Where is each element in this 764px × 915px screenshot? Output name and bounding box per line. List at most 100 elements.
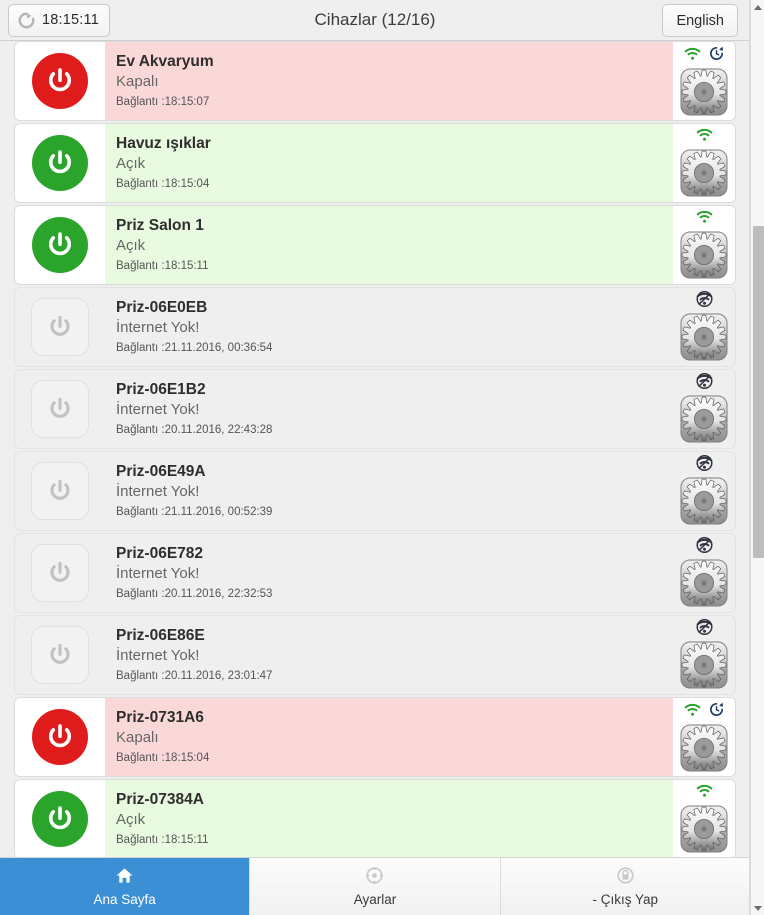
gear-icon[interactable] bbox=[680, 231, 728, 284]
gear-icon[interactable] bbox=[680, 477, 728, 530]
power-toggle-cell[interactable] bbox=[15, 42, 105, 120]
gear-icon[interactable] bbox=[680, 68, 728, 120]
scroll-up-arrow[interactable] bbox=[751, 0, 764, 14]
device-name: Ev Akvaryum bbox=[116, 53, 214, 70]
vertical-scrollbar[interactable] bbox=[750, 0, 764, 915]
power-button[interactable] bbox=[32, 217, 88, 273]
power-toggle-cell[interactable] bbox=[15, 780, 105, 857]
device-info: Ev Akvaryum Kapalı Bağlantı :18:15:07 bbox=[105, 42, 673, 120]
app-root: 18:15:11 Cihazlar (12/16) English Ev Akv… bbox=[0, 0, 764, 915]
power-toggle-cell[interactable] bbox=[15, 370, 105, 448]
gear-icon[interactable] bbox=[680, 559, 728, 612]
device-row[interactable]: Havuz ışıklar Açık Bağlantı :18:15:04 bbox=[14, 123, 736, 203]
power-button[interactable] bbox=[32, 135, 88, 191]
power-button[interactable] bbox=[31, 626, 89, 684]
device-row[interactable]: Priz-07384A Açık Bağlantı :18:15:11 bbox=[14, 779, 736, 857]
nav-item-settings[interactable]: Ayarlar bbox=[250, 858, 501, 915]
device-actions bbox=[673, 452, 735, 530]
device-actions bbox=[673, 616, 735, 694]
gear-icon[interactable] bbox=[680, 313, 728, 366]
device-row[interactable]: Priz-06E782 İnternet Yok! Bağlantı :20.11.… bbox=[14, 533, 736, 613]
status-icon-group bbox=[673, 209, 735, 230]
device-connection-time: Bağlantı :20.11.2016, 22:43:28 bbox=[116, 424, 273, 436]
device-status: Açık bbox=[116, 155, 146, 172]
current-time: 18:15:11 bbox=[42, 12, 99, 28]
device-name: Havuz ışıklar bbox=[116, 135, 211, 152]
power-button[interactable] bbox=[31, 380, 89, 438]
power-toggle-cell[interactable] bbox=[15, 124, 105, 202]
device-row[interactable]: Priz-06E1B2 İnternet Yok! Bağlantı :20.11.… bbox=[14, 369, 736, 449]
wifi-off-icon bbox=[695, 536, 714, 558]
wifi-icon bbox=[683, 702, 702, 723]
device-info: Priz-06E49A İnternet Yok! Bağlantı :21.11.… bbox=[105, 452, 673, 530]
nav-item-home[interactable]: Ana Sayfa bbox=[0, 858, 251, 915]
device-actions bbox=[673, 288, 735, 366]
device-actions bbox=[673, 42, 735, 120]
lock-icon bbox=[616, 866, 635, 890]
timer-icon[interactable] bbox=[708, 45, 725, 67]
power-toggle-cell[interactable] bbox=[15, 288, 105, 366]
status-icon-group bbox=[673, 290, 735, 312]
home-icon bbox=[115, 866, 134, 890]
device-connection-time: Bağlantı :21.11.2016, 00:52:39 bbox=[116, 506, 273, 518]
wifi-icon bbox=[683, 46, 702, 67]
device-info: Priz-06E782 İnternet Yok! Bağlantı :20.11.… bbox=[105, 534, 673, 612]
device-status: Kapalı bbox=[116, 73, 159, 90]
wifi-off-icon bbox=[695, 372, 714, 394]
nav-item-logout[interactable]: - Çıkış Yap bbox=[500, 858, 750, 915]
device-actions bbox=[673, 124, 735, 202]
status-icon-group bbox=[673, 45, 735, 67]
gear-icon[interactable] bbox=[680, 395, 728, 448]
language-button[interactable]: English bbox=[662, 4, 738, 37]
nav-item-label: Ana Sayfa bbox=[93, 892, 156, 907]
scrollbar-thumb[interactable] bbox=[753, 226, 764, 558]
device-connection-time: Bağlantı :20.11.2016, 22:32:53 bbox=[116, 588, 273, 600]
device-row[interactable]: Ev Akvaryum Kapalı Bağlantı :18:15:07 bbox=[14, 41, 736, 121]
device-row[interactable]: Priz Salon 1 Açık Bağlantı :18:15:11 bbox=[14, 205, 736, 285]
scroll-down-arrow[interactable] bbox=[751, 901, 764, 915]
device-row[interactable]: Priz-06E49A İnternet Yok! Bağlantı :21.11.… bbox=[14, 451, 736, 531]
device-info: Priz-06E86E İnternet Yok! Bağlantı :20.11.… bbox=[105, 616, 673, 694]
device-connection-time: Bağlantı :18:15:11 bbox=[116, 260, 209, 272]
gear-icon[interactable] bbox=[680, 724, 728, 776]
device-row[interactable]: Priz-06E0EB İnternet Yok! Bağlantı :21.11.… bbox=[14, 287, 736, 367]
power-button[interactable] bbox=[31, 462, 89, 520]
device-name: Priz-06E49A bbox=[116, 463, 206, 480]
device-name: Priz Salon 1 bbox=[116, 217, 204, 234]
power-toggle-cell[interactable] bbox=[15, 534, 105, 612]
gear-icon[interactable] bbox=[680, 641, 728, 694]
timer-icon[interactable] bbox=[708, 701, 725, 723]
power-toggle-cell[interactable] bbox=[15, 206, 105, 284]
power-toggle-cell[interactable] bbox=[15, 452, 105, 530]
device-actions bbox=[673, 698, 735, 776]
device-connection-time: Bağlantı :20.11.2016, 23:01:47 bbox=[116, 670, 273, 682]
power-button[interactable] bbox=[31, 298, 89, 356]
power-button[interactable] bbox=[32, 709, 88, 765]
status-icon-group bbox=[673, 783, 735, 804]
power-toggle-cell[interactable] bbox=[15, 616, 105, 694]
device-name: Priz-06E0EB bbox=[116, 299, 208, 316]
device-info: Priz-06E1B2 İnternet Yok! Bağlantı :20.11.… bbox=[105, 370, 673, 448]
status-icon-group bbox=[673, 372, 735, 394]
device-row[interactable]: Priz-06E86E İnternet Yok! Bağlantı :20.11.… bbox=[14, 615, 736, 695]
device-row[interactable]: Priz-0731A6 Kapalı Bağlantı :18:15:04 bbox=[14, 697, 736, 777]
status-icon-group bbox=[673, 618, 735, 640]
device-status: Kapalı bbox=[116, 729, 159, 746]
device-name: Priz-06E782 bbox=[116, 545, 204, 562]
power-toggle-cell[interactable] bbox=[15, 698, 105, 776]
device-info: Priz-06E0EB İnternet Yok! Bağlantı :21.11.… bbox=[105, 288, 673, 366]
refresh-icon bbox=[17, 11, 36, 30]
device-status: İnternet Yok! bbox=[116, 401, 200, 418]
device-connection-time: Bağlantı :18:15:11 bbox=[116, 834, 209, 846]
gear-icon[interactable] bbox=[680, 805, 728, 857]
device-status: Açık bbox=[116, 811, 146, 828]
status-icon-group bbox=[673, 454, 735, 476]
wifi-off-icon bbox=[695, 290, 714, 312]
device-list[interactable]: Ev Akvaryum Kapalı Bağlantı :18:15:07 Havuz… bbox=[0, 41, 750, 857]
power-button[interactable] bbox=[32, 791, 88, 847]
refresh-time-button[interactable]: 18:15:11 bbox=[8, 3, 110, 37]
power-button[interactable] bbox=[31, 544, 89, 602]
gear-icon[interactable] bbox=[680, 149, 728, 202]
nav-item-label: Ayarlar bbox=[353, 892, 397, 907]
power-button[interactable] bbox=[32, 53, 88, 109]
